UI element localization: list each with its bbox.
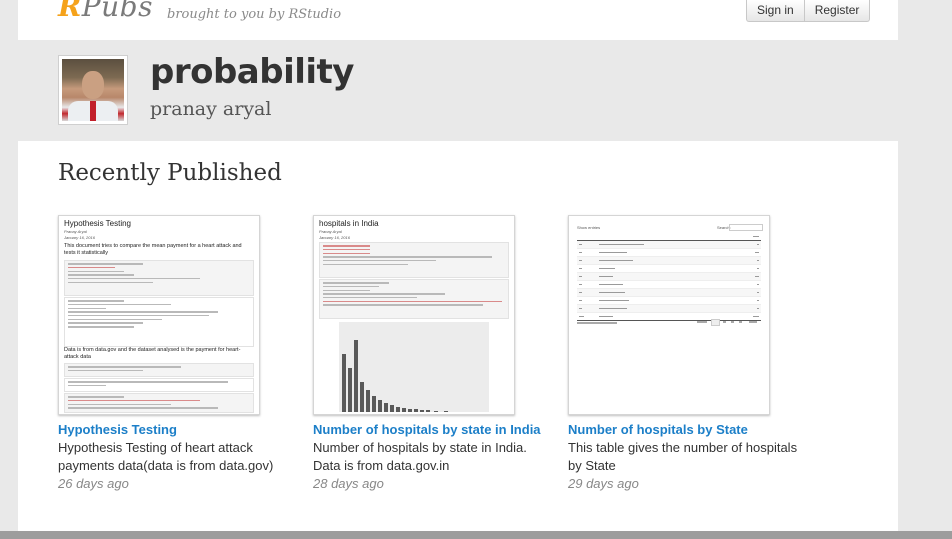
publication-thumbnail[interactable]: Show entries Search: [568,215,770,415]
code-block [64,260,254,296]
code-block [64,393,254,413]
publication-thumbnail[interactable]: hospitals in India Pranay Aryal January … [313,215,515,415]
table-row [577,265,761,273]
page-title: probability [150,52,354,92]
sign-in-button[interactable]: Sign in [746,0,805,22]
publication-date: 29 days ago [568,476,639,491]
auth-buttons: Sign in Register [746,0,871,22]
thumb-author: Pranay Aryal [319,229,342,234]
page-margin [898,0,952,539]
publication-date: 26 days ago [58,476,129,491]
thumb-date: January 16, 2016 [319,235,350,240]
thumb-search-box [729,224,763,231]
table-row [577,257,761,265]
profile-photo [62,59,124,121]
publication-title-link[interactable]: Hypothesis Testing [58,421,288,439]
publication-description: Hypothesis Testing of heart attack payme… [58,440,274,473]
table-row [577,289,761,297]
publication-thumbnail[interactable]: Hypothesis Testing Pranay Aryal January … [58,215,260,415]
rpubs-logo[interactable]: RPubs [58,0,153,23]
table-row [577,305,761,313]
output-block [64,378,254,392]
publication-title-link[interactable]: Number of hospitals by State [568,421,798,439]
thumb-intro: This document tries to compare the mean … [64,243,242,256]
thumb-heading: hospitals in India [319,219,379,228]
publication-card: hospitals in India Pranay Aryal January … [313,215,543,493]
table-header-row [577,233,761,241]
author-name: pranay aryal [150,98,272,120]
thumb-pagination [697,319,763,326]
publication-description: This table gives the number of hospitals… [568,440,798,473]
footer-strip [0,531,952,539]
thumb-info-text [577,322,617,324]
publication-date: 28 days ago [313,476,384,491]
publication-card: Show entries Search: Number of hospitals… [568,215,798,493]
thumb-date: January 16, 2016 [64,235,95,240]
histogram-image [339,322,489,412]
thumb-heading: Hypothesis Testing [64,219,131,228]
publication-title-link[interactable]: Number of hospitals by state in India [313,421,543,439]
code-block [319,242,509,278]
thumb-show-entries: Show entries [577,225,601,230]
publication-card: Hypothesis Testing Pranay Aryal January … [58,215,288,493]
register-button[interactable]: Register [804,0,871,22]
table-row [577,273,761,281]
table-row [577,297,761,305]
output-block [64,297,254,347]
publication-description: Number of hospitals by state in India. D… [313,440,527,473]
avatar [58,55,128,125]
code-block [319,279,509,319]
table-row [577,281,761,289]
tagline: brought to you by RStudio [167,7,342,22]
section-heading: Recently Published [58,160,282,186]
thumb-author: Pranay Aryal [64,229,87,234]
table-row [577,241,761,249]
thumb-note: Data is from data.gov and the dataset an… [64,347,241,360]
code-block [64,363,254,377]
table-row [577,249,761,257]
